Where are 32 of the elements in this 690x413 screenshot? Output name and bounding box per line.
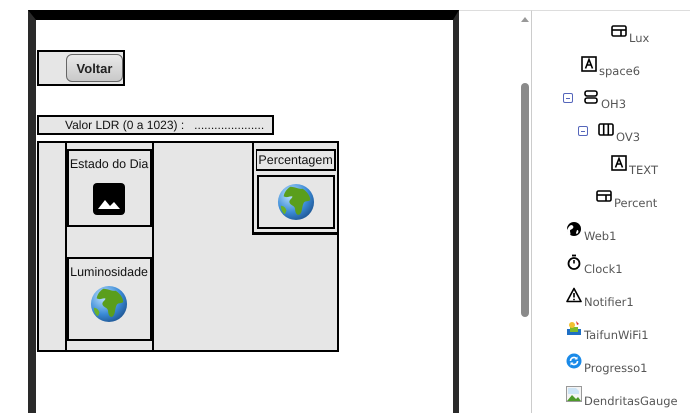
tree-item[interactable]: TaifunWiFi1 xyxy=(584,328,649,342)
stopwatch-icon xyxy=(566,254,582,270)
collapse-toggle[interactable] xyxy=(578,126,588,136)
refresh-icon xyxy=(566,353,582,369)
tree-item[interactable]: OH3 xyxy=(601,97,626,111)
ldr-value: ..................... xyxy=(194,118,264,132)
table-icon xyxy=(611,23,627,39)
label-icon xyxy=(611,155,627,171)
tree-item[interactable]: Clock1 xyxy=(584,262,623,276)
tree-item[interactable]: space6 xyxy=(599,64,640,78)
label-icon xyxy=(581,56,597,72)
ldr-label: Valor LDR (0 a 1023) : xyxy=(65,118,184,132)
tree-item[interactable]: DendritasGauge xyxy=(584,394,678,408)
tree-item[interactable]: Notifier1 xyxy=(584,295,634,309)
scrollbar-thumb[interactable] xyxy=(521,83,529,317)
table-icon xyxy=(596,188,612,204)
tree-item[interactable]: OV3 xyxy=(616,130,640,144)
tree-item[interactable]: Lux xyxy=(629,31,650,45)
tree-item[interactable]: Percent xyxy=(614,196,658,210)
stacked-rows-icon xyxy=(583,89,599,105)
broken-image-icon xyxy=(566,386,582,402)
scroll-up-arrow[interactable] xyxy=(521,17,529,22)
tree-item[interactable]: TEXT xyxy=(629,163,658,177)
extension-icon xyxy=(566,320,582,336)
columns-icon xyxy=(598,122,614,138)
warning-icon xyxy=(566,287,582,303)
back-button[interactable]: Voltar xyxy=(66,54,123,82)
collapse-toggle[interactable] xyxy=(563,93,573,103)
cell-title: Percentagem xyxy=(257,151,334,169)
image-icon xyxy=(93,183,126,215)
tree-item[interactable]: Web1 xyxy=(584,229,616,243)
tree-item[interactable]: Progresso1 xyxy=(584,361,648,375)
